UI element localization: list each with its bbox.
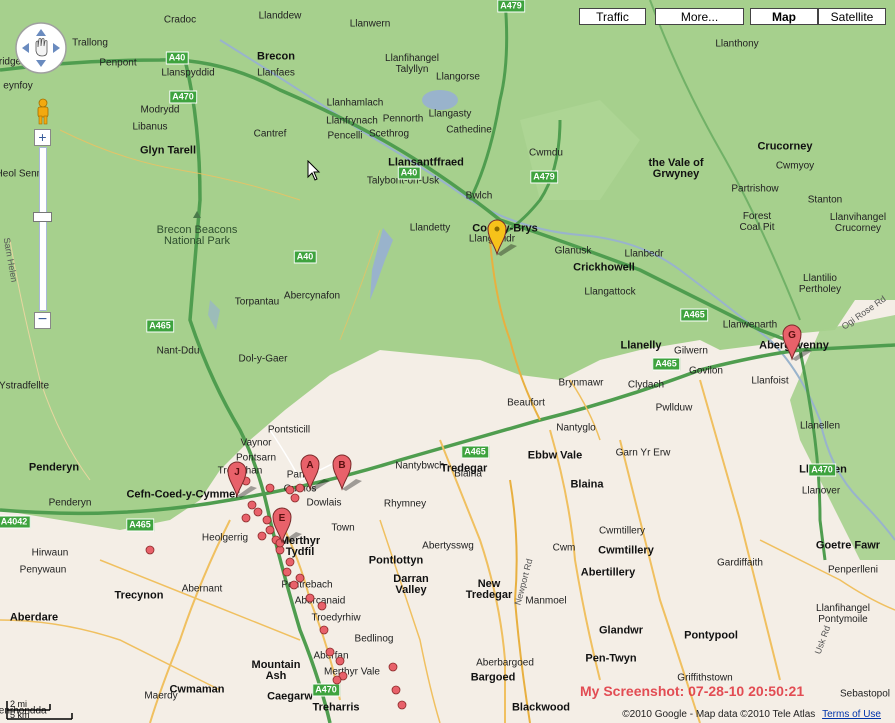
map-marker-b[interactable]: B — [332, 454, 362, 491]
screenshot-watermark: My Screenshot: 07-28-10 20:50:21 — [580, 683, 805, 699]
map-marker-a[interactable]: A — [300, 454, 330, 491]
more-button[interactable]: More... — [655, 8, 744, 25]
route-stop-dot[interactable] — [253, 507, 263, 517]
route-stop-dot[interactable] — [289, 580, 299, 590]
route-stop-dot[interactable] — [335, 656, 345, 666]
route-stop-dot[interactable] — [257, 531, 267, 541]
marker-layer: A B J E G — [145, 219, 812, 710]
route-stop-dot[interactable] — [285, 557, 295, 567]
route-stop-dot[interactable] — [247, 500, 257, 510]
map-type-map-button[interactable]: Map — [750, 8, 818, 25]
copyright-text: ©2010 Google - Map data ©2010 Tele Atlas — [622, 709, 816, 720]
zoom-slider-handle[interactable] — [33, 212, 52, 222]
route-stop-dot[interactable] — [265, 483, 275, 493]
route-stop-dot[interactable] — [290, 493, 300, 503]
route-stop-dot[interactable] — [295, 483, 305, 493]
zoom-in-icon[interactable]: + — [34, 129, 51, 146]
route-stop-dot[interactable] — [295, 573, 305, 583]
map-type-satellite-button[interactable]: Satellite — [818, 8, 886, 25]
route-stop-dot[interactable] — [285, 485, 295, 495]
route-stop-dot[interactable] — [262, 515, 272, 525]
street-view-pegman-icon[interactable] — [34, 98, 52, 126]
map-marker-g[interactable]: G — [782, 324, 812, 361]
marker-label: B — [338, 460, 345, 471]
map-marker-j[interactable]: J — [227, 461, 257, 498]
mouse-cursor-icon — [307, 160, 321, 181]
route-stop-dot[interactable] — [325, 647, 335, 657]
marker-label: G — [788, 330, 796, 341]
route-stop-dot[interactable] — [391, 685, 401, 695]
route-stop-dot[interactable] — [319, 625, 329, 635]
route-stop-dot[interactable] — [317, 601, 327, 611]
route-stop-dot[interactable] — [397, 700, 407, 710]
route-stop-dot[interactable] — [241, 513, 251, 523]
route-stop-dot[interactable] — [388, 662, 398, 672]
marker-label: E — [279, 513, 286, 524]
terms-of-use-link[interactable]: Terms of Use — [822, 709, 881, 720]
marker-label: J — [234, 467, 240, 478]
marker-label: A — [306, 460, 313, 471]
scale-miles-label: 2 mi — [10, 699, 28, 709]
route-stop-dot[interactable] — [265, 525, 275, 535]
selected-location-marker[interactable] — [487, 219, 517, 256]
route-stop-dot[interactable] — [305, 593, 315, 603]
map-scale: 2 mi 5 km — [6, 699, 76, 721]
map-canvas[interactable]: Cradoc Llanddew Llanwern Trallong Brecon Llan… — [0, 0, 895, 723]
pan-control-icon[interactable] — [14, 21, 69, 76]
map-attribution: ©2010 Google - Map data ©2010 Tele Atlas… — [622, 709, 881, 720]
zoom-track[interactable] — [39, 147, 47, 311]
route-stop-dot[interactable] — [332, 675, 342, 685]
route-stop-dot[interactable] — [282, 567, 292, 577]
scale-km-label: 5 km — [10, 710, 30, 720]
traffic-button[interactable]: Traffic — [579, 8, 646, 25]
zoom-out-icon[interactable]: − — [34, 312, 51, 329]
route-stop-dot[interactable] — [145, 545, 155, 555]
